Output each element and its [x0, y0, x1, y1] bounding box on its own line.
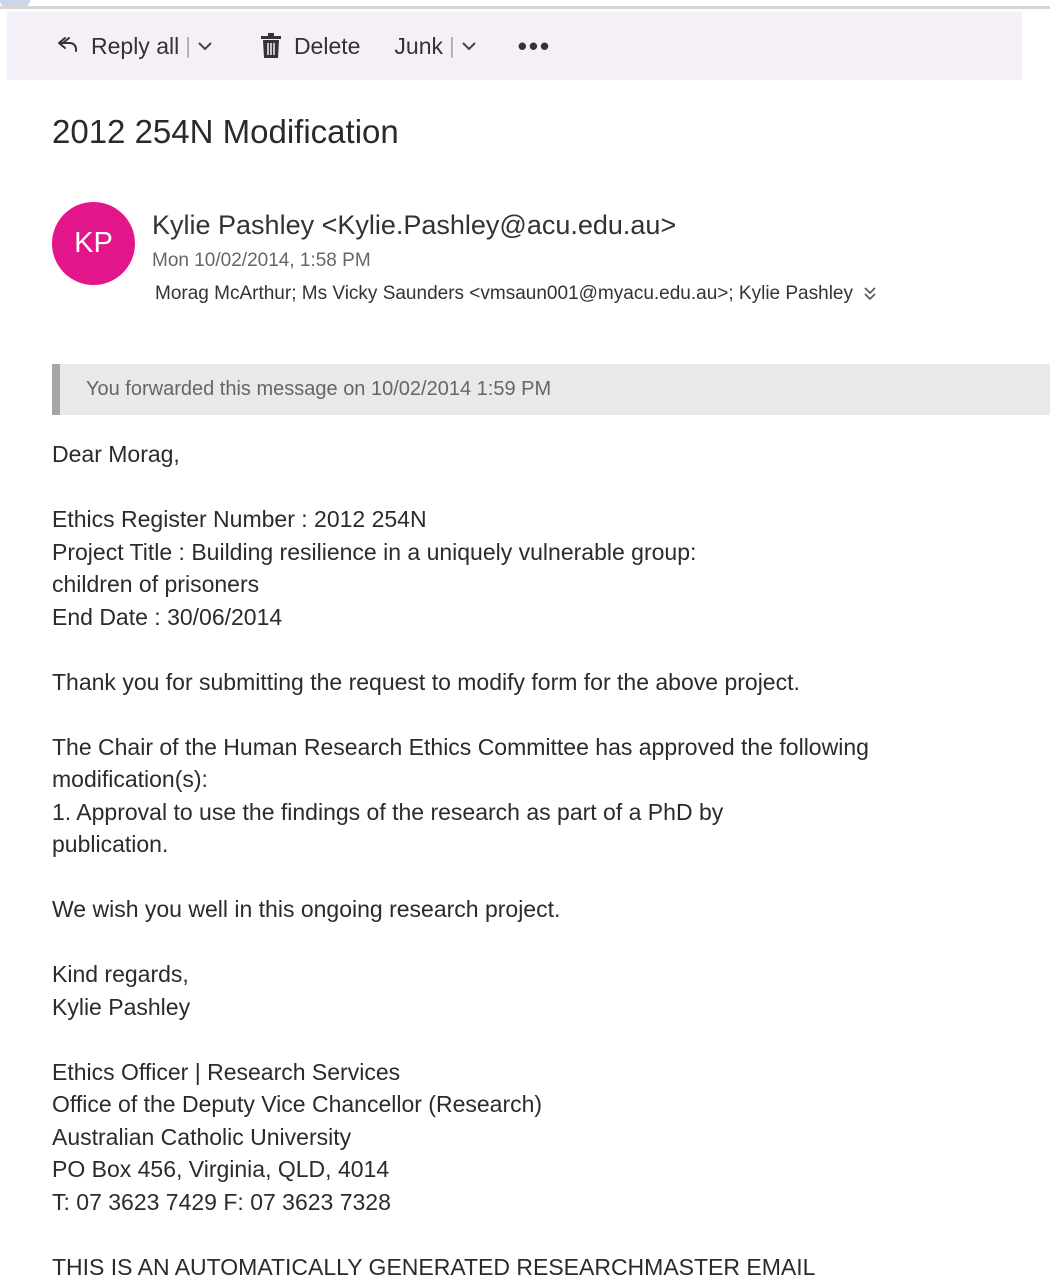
auto-generated-notice: THIS IS AN AUTOMATICALLY GENERATED RESEA…	[52, 1253, 816, 1280]
trash-icon	[258, 33, 284, 59]
delete-button[interactable]: Delete	[258, 33, 360, 60]
recipients-list[interactable]: Morag McArthur; Ms Vicky Saunders <vmsau…	[155, 283, 853, 305]
forwarded-notice: You forwarded this message on 10/02/2014…	[52, 364, 1050, 415]
end-date: End Date : 30/06/2014	[52, 603, 283, 630]
reply-all-icon	[55, 33, 81, 59]
junk-dropdown-chevron-icon[interactable]	[460, 37, 478, 55]
separator: |	[449, 33, 455, 58]
signature-phone: T: 07 3623 7429 F: 07 3623 7328	[52, 1188, 391, 1215]
junk-button[interactable]: Junk	[394, 33, 443, 60]
modification-item: 1. Approval to use the findings of the r…	[52, 798, 724, 825]
thanks-text: Thank you for submitting the request to …	[52, 668, 800, 695]
project-title-line: children of prisoners	[52, 571, 260, 597]
signature-address: PO Box 456, Virginia, QLD, 4014	[52, 1156, 390, 1182]
recipients: Morag McArthur; Ms Vicky Saunders <vmsau…	[155, 283, 877, 305]
forwarded-notice-text: You forwarded this message on 10/02/2014…	[86, 378, 552, 400]
greeting: Dear Morag,	[52, 441, 180, 467]
reply-all-label: Reply all	[91, 32, 180, 59]
signature-role: Ethics Officer | Research Services	[52, 1058, 401, 1085]
signature-university: Australian Catholic University	[52, 1123, 352, 1150]
junk-label: Junk	[394, 32, 444, 59]
sent-date: Mon 10/02/2014, 1:58 PM	[152, 250, 371, 271]
more-options-icon[interactable]: •••	[518, 31, 551, 62]
wish-text: We wish you well in this ongoing researc…	[52, 896, 561, 922]
approval-text: modification(s):	[52, 766, 208, 792]
project-title-line: Project Title : Building resilience in a…	[52, 538, 697, 565]
avatar-initials: KP	[74, 227, 113, 259]
avatar: KP	[52, 202, 135, 285]
sign-off: Kind regards,	[52, 961, 189, 987]
approval-text: The Chair of the Human Research Ethics C…	[52, 733, 869, 760]
signature-name: Kylie Pashley	[52, 993, 191, 1020]
reply-dropdown-chevron-icon[interactable]	[196, 37, 214, 55]
signature-office: Office of the Deputy Vice Chancellor (Re…	[52, 1091, 543, 1117]
sender[interactable]: Kylie Pashley <Kylie.Pashley@acu.edu.au>	[152, 210, 676, 241]
reply-all-button[interactable]: Reply all	[55, 33, 179, 60]
message-subject: 2012 254N Modification	[52, 113, 399, 150]
modification-item: publication.	[52, 831, 169, 857]
register-number: Ethics Register Number : 2012 254N	[52, 506, 427, 532]
window-top-strip	[0, 0, 1050, 10]
delete-label: Delete	[293, 32, 361, 59]
separator: |	[185, 33, 191, 58]
divider	[0, 6, 1050, 9]
expand-recipients-icon[interactable]	[863, 286, 877, 302]
message-toolbar: Reply all | Delete Junk | •••	[7, 12, 1022, 80]
message-body: Dear Morag, Ethics Register Number : 201…	[52, 438, 1012, 1280]
